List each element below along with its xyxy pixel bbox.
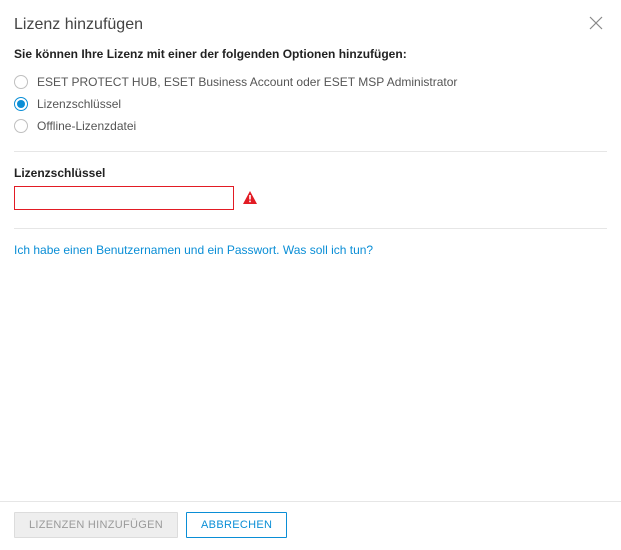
license-key-label: Lizenzschlüssel bbox=[14, 166, 607, 180]
option-offline-file[interactable]: Offline-Lizenzdatei bbox=[14, 115, 607, 137]
instruction-text: Sie können Ihre Lizenz mit einer der fol… bbox=[14, 47, 607, 61]
cancel-button[interactable]: ABBRECHEN bbox=[186, 512, 287, 538]
help-link[interactable]: Ich habe einen Benutzernamen und ein Pas… bbox=[14, 243, 373, 257]
dialog-title: Lizenz hinzufügen bbox=[14, 16, 143, 34]
license-key-input[interactable] bbox=[14, 186, 234, 210]
license-option-group: ESET PROTECT HUB, ESET Business Account … bbox=[14, 71, 607, 152]
radio-icon bbox=[14, 97, 28, 111]
option-label: Lizenzschlüssel bbox=[37, 97, 121, 111]
close-icon[interactable] bbox=[587, 14, 605, 35]
warning-icon bbox=[243, 191, 257, 206]
add-licenses-button[interactable]: LIZENZEN HINZUFÜGEN bbox=[14, 512, 178, 538]
radio-icon bbox=[14, 119, 28, 133]
radio-icon bbox=[14, 75, 28, 89]
option-license-key[interactable]: Lizenzschlüssel bbox=[14, 93, 607, 115]
option-label: Offline-Lizenzdatei bbox=[37, 119, 136, 133]
dialog-footer: LIZENZEN HINZUFÜGEN ABBRECHEN bbox=[0, 501, 621, 550]
option-protect-hub[interactable]: ESET PROTECT HUB, ESET Business Account … bbox=[14, 71, 607, 93]
option-label: ESET PROTECT HUB, ESET Business Account … bbox=[37, 75, 457, 89]
